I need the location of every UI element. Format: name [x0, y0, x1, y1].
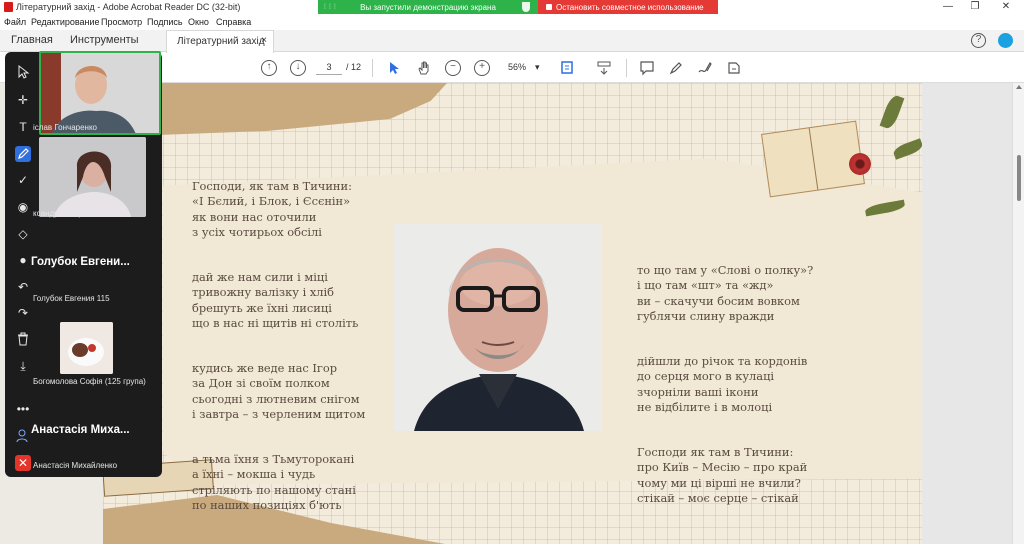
download-icon[interactable]: ⤓ — [15, 358, 31, 374]
menu-bar: Файл Редактирование Просмотр Подпись Окн… — [0, 14, 1024, 30]
minimize-button[interactable]: — — [938, 1, 958, 12]
toolbar-separator — [626, 59, 627, 77]
participant-name: Анастасія Михайленко — [33, 461, 118, 470]
page-total: / 12 — [346, 62, 362, 72]
poem-stanza: дійшли до річок та кордонів до серця мог… — [637, 354, 808, 414]
text-icon[interactable]: T — [15, 119, 31, 135]
screen-share-status: Вы запустили демонстрацию экрана — [360, 2, 496, 12]
poem-right-column: то що там у «Слові о полку»? і що там «ш… — [637, 248, 813, 536]
page-number-input[interactable]: 3 — [316, 59, 342, 75]
zoom-select[interactable]: 56% ▾ — [500, 59, 544, 75]
drag-handle-icon[interactable]: ⋮⋮⋮ — [322, 3, 338, 10]
close-icon[interactable]: ✕ — [15, 455, 31, 471]
shield-icon — [522, 2, 530, 12]
author-portrait — [394, 224, 602, 431]
menu-view[interactable]: Просмотр — [101, 17, 142, 27]
scroll-up-icon[interactable] — [1016, 85, 1022, 89]
meeting-overlay-panel: ✛ T ✓ ◉ ◇ ● ↶ ↷ ⤓ ••• ✕ іслав Гончаренко — [5, 51, 162, 477]
participant-display-name: Голубок Евгени... — [31, 256, 130, 268]
undo-icon[interactable]: ↶ — [15, 279, 31, 295]
participant-name: іслав Гончаренко — [33, 123, 98, 132]
tab-bar: Главная Инструменты — [0, 30, 1024, 52]
sign-icon[interactable] — [697, 60, 713, 76]
redo-icon[interactable]: ↷ — [15, 305, 31, 321]
poem-stanza: Господи, як там в Тичини: «І Бєлий, і Бл… — [192, 179, 352, 239]
user-settings-icon[interactable] — [15, 428, 31, 444]
zoom-out-icon[interactable]: − — [445, 60, 461, 76]
document-tab-label: Літературний захід — [177, 36, 265, 47]
check-icon[interactable]: ✓ — [15, 172, 31, 188]
stop-icon — [546, 4, 552, 10]
account-icon[interactable] — [998, 33, 1013, 48]
tab-home[interactable]: Главная — [11, 34, 53, 46]
scrollbar-thumb[interactable] — [1017, 155, 1021, 201]
pdf-page: Господи, як там в Тичини: «І Бєлий, і Бл… — [103, 83, 922, 544]
comment-icon[interactable] — [639, 60, 655, 76]
red-flower-decoration — [849, 153, 871, 175]
close-tab-icon[interactable]: × — [261, 35, 267, 46]
participant-name: Голубок Евгения 115 — [33, 294, 110, 303]
menu-help[interactable]: Справка — [216, 17, 251, 27]
zoom-value: 56% — [508, 62, 527, 72]
poem-stanza: Господи як там в Тичини: про Київ – Месі… — [637, 445, 808, 505]
right-pane — [922, 83, 1012, 544]
leaf-decoration — [879, 93, 905, 131]
poem-stanza: кудись же веде нас Ігор за Дон зі своїм … — [192, 361, 366, 421]
menu-sign[interactable]: Подпись — [147, 17, 183, 27]
poem-stanza: дай же нам сили і міці тривожну валізку … — [192, 270, 359, 330]
acrobat-app-icon — [4, 2, 13, 12]
participant-display-name: Анастасія Миха... — [31, 424, 130, 436]
tab-document[interactable]: Літературний захід × — [166, 30, 274, 53]
toolbar-separator — [372, 59, 373, 77]
spotlight-icon[interactable]: ◉ — [15, 199, 31, 215]
menu-edit[interactable]: Редактирование — [31, 17, 100, 27]
stop-sharing-button[interactable]: Остановить совместное использование — [538, 0, 718, 14]
next-page-icon[interactable]: ↓ — [290, 60, 306, 76]
poem-stanza: то що там у «Слові о полку»? і що там «ш… — [637, 263, 814, 323]
fit-page-icon[interactable] — [560, 60, 576, 76]
scroll-mode-icon[interactable] — [596, 60, 612, 76]
poem-stanza: а тьма їхня з Тьмуторокані а їхні – мокш… — [192, 452, 356, 512]
close-window-button[interactable]: ✕ — [996, 1, 1016, 12]
move-icon[interactable]: ✛ — [15, 92, 31, 108]
more-icon[interactable]: ••• — [15, 401, 31, 417]
select-cursor-icon[interactable] — [386, 60, 402, 76]
menu-window[interactable]: Окно — [188, 17, 209, 27]
trash-icon[interactable] — [15, 331, 31, 347]
tab-tools[interactable]: Инструменты — [70, 34, 139, 46]
participant-name: Богомолова Софія (125 група) — [33, 377, 146, 386]
highlight-pen-icon[interactable] — [668, 60, 684, 76]
screen-share-banner: ⋮⋮⋮ Вы запустили демонстрацию экрана — [318, 0, 538, 14]
cursor-icon[interactable] — [15, 64, 31, 80]
eraser-icon[interactable]: ◇ — [15, 226, 31, 242]
participant-name: ксандра Погребняк — [33, 209, 105, 218]
participant-video[interactable] — [39, 137, 146, 217]
vertical-scrollbar[interactable] — [1012, 83, 1024, 544]
stop-sharing-label: Остановить совместное использование — [556, 2, 704, 12]
pen-icon[interactable] — [15, 146, 31, 162]
previous-page-icon[interactable]: ↑ — [261, 60, 277, 76]
fill-sign-icon[interactable] — [726, 60, 742, 76]
leaf-decoration — [891, 138, 922, 160]
hand-tool-icon[interactable] — [416, 60, 432, 76]
help-icon[interactable]: ? — [971, 33, 986, 48]
poem-left-column: Господи, як там в Тичини: «І Бєлий, і Бл… — [192, 164, 365, 543]
participant-photo[interactable] — [60, 322, 113, 374]
menu-file[interactable]: Файл — [4, 17, 26, 27]
color-dot-icon[interactable]: ● — [15, 252, 31, 268]
maximize-button[interactable]: ❐ — [965, 1, 985, 12]
window-title: Літературний захід - Adobe Acrobat Reade… — [16, 2, 241, 12]
chevron-down-icon: ▾ — [535, 62, 540, 72]
zoom-in-icon[interactable]: + — [474, 60, 490, 76]
